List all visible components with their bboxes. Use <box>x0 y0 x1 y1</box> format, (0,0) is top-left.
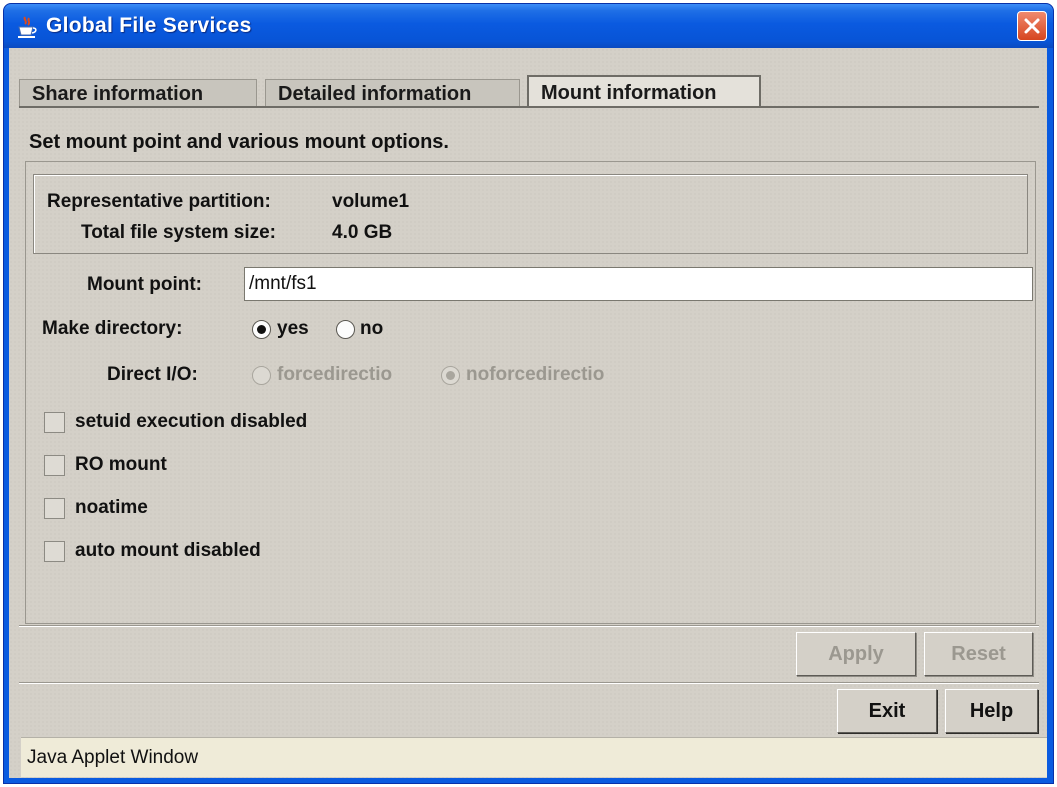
close-button[interactable] <box>1017 11 1047 41</box>
ro-mount-label[interactable]: RO mount <box>75 454 167 476</box>
forcedirectio-radio <box>252 366 271 385</box>
noatime-checkbox[interactable] <box>44 498 65 519</box>
separator <box>19 625 1039 627</box>
setuid-disabled-label[interactable]: setuid execution disabled <box>75 411 307 433</box>
noforcedirectio-label: noforcedirectio <box>466 364 605 385</box>
tab-bar: Share information Detailed information M… <box>19 75 1039 107</box>
window-title: Global File Services <box>46 14 252 37</box>
tab-label: Share information <box>32 83 204 105</box>
auto-mount-disabled-label[interactable]: auto mount disabled <box>75 540 261 562</box>
setuid-disabled-checkbox[interactable] <box>44 412 65 433</box>
partition-value: volume1 <box>332 191 410 212</box>
make-directory-yes-radio[interactable] <box>252 320 271 339</box>
make-directory-no-radio[interactable] <box>336 320 355 339</box>
page-description: Set mount point and various mount option… <box>29 131 449 153</box>
make-directory-yes-label[interactable]: yes <box>277 318 309 340</box>
mount-point-input[interactable] <box>244 267 1033 301</box>
client-area: Share information Detailed information M… <box>9 48 1047 778</box>
tab-share-information[interactable]: Share information <box>19 79 257 107</box>
tab-divider <box>19 106 1039 108</box>
ro-mount-checkbox[interactable] <box>44 455 65 476</box>
make-directory-no-label[interactable]: no <box>360 318 383 340</box>
noforcedirectio-radio <box>441 366 460 385</box>
noatime-label[interactable]: noatime <box>75 497 148 519</box>
apply-button[interactable]: Apply <box>796 632 916 676</box>
java-cup-icon <box>18 16 37 38</box>
close-icon <box>1024 18 1040 34</box>
tab-mount-information[interactable]: Mount information <box>527 75 761 107</box>
mount-point-label: Mount point: <box>87 274 203 295</box>
forcedirectio-label: forcedirectio <box>277 364 393 385</box>
title-bar[interactable]: Global File Services <box>4 4 1053 48</box>
tab-detailed-information[interactable]: Detailed information <box>265 79 520 107</box>
reset-button[interactable]: Reset <box>924 632 1033 676</box>
tab-label: Mount information <box>541 82 717 104</box>
partition-label: Representative partition: <box>47 191 271 212</box>
exit-button[interactable]: Exit <box>837 689 937 733</box>
help-button[interactable]: Help <box>945 689 1038 733</box>
direct-io-label: Direct I/O: <box>107 364 198 385</box>
app-window: Global File Services Share information D… <box>3 3 1054 784</box>
size-label: Total file system size: <box>81 222 276 243</box>
size-value: 4.0 GB <box>332 222 393 243</box>
tab-label: Detailed information <box>278 83 472 105</box>
separator <box>19 682 1039 684</box>
status-bar: Java Applet Window <box>21 737 1047 777</box>
auto-mount-disabled-checkbox[interactable] <box>44 541 65 562</box>
make-directory-label: Make directory: <box>42 318 183 339</box>
